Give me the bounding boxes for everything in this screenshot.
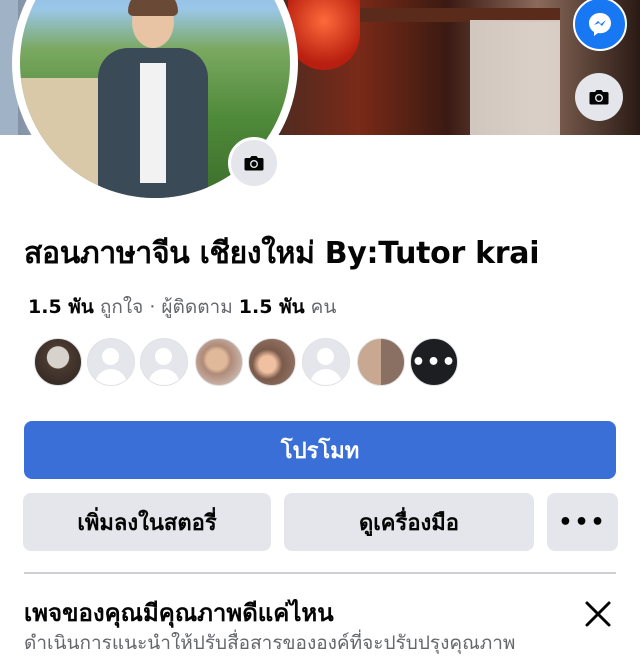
view-tools-button[interactable]: ดูเครื่องมือ [284, 493, 534, 551]
promote-label: โปรโมท [280, 438, 360, 464]
page-stats[interactable]: 1.5 พัน ถูกใจ · ผู้ติดตาม 1.5 พัน คน [28, 292, 336, 322]
friend-avatar[interactable] [195, 338, 243, 386]
page-quality-title: เพจของคุณมีคุณภาพดีแค่ไหน [24, 599, 334, 627]
likes-count: 1.5 พัน [28, 296, 94, 318]
close-button[interactable] [582, 598, 614, 630]
avatar-person-hair [128, 0, 178, 16]
likes-label: ถูกใจ [99, 296, 144, 318]
close-icon [585, 601, 611, 627]
profile-camera-button[interactable] [228, 137, 280, 189]
more-options-icon: ••• [558, 509, 607, 535]
followers-count: 1.5 พัน [238, 296, 305, 318]
page-quality-subtitle: ดำเนินการแนะนำให้ปรับสื่อสารขององค์ที่จะ… [24, 632, 516, 654]
more-friends-label: ••• [411, 349, 457, 375]
promote-button[interactable]: โปรโมท [24, 421, 616, 479]
friend-avatar-default[interactable] [140, 338, 188, 386]
view-tools-label: ดูเครื่องมือ [358, 510, 459, 536]
camera-icon [589, 90, 609, 105]
more-friends-button[interactable]: ••• [410, 338, 458, 386]
cover-camera-button[interactable] [575, 73, 623, 121]
more-options-button[interactable]: ••• [547, 493, 618, 551]
page-title: สอนภาษาจีน เชียงใหม่ By:Tutor krai [24, 236, 540, 271]
friend-avatar-default[interactable] [302, 338, 350, 386]
friend-avatar-collage[interactable] [357, 338, 405, 386]
followers-unit: คน [310, 296, 337, 318]
friend-avatar[interactable] [248, 338, 296, 386]
stats-separator: · [149, 296, 156, 318]
cover-lantern [288, 0, 360, 70]
friend-avatar-default[interactable] [87, 338, 135, 386]
add-to-story-button[interactable]: เพิ่มลงในสตอรี่ [23, 493, 271, 551]
cover-wall [470, 20, 560, 135]
followers-label: ผู้ติดตาม [161, 296, 233, 318]
camera-icon [244, 156, 264, 171]
friend-avatar[interactable] [34, 338, 82, 386]
section-divider [24, 572, 616, 574]
avatar-person-shirt [140, 63, 166, 183]
add-to-story-label: เพิ่มลงในสตอรี่ [77, 510, 217, 536]
